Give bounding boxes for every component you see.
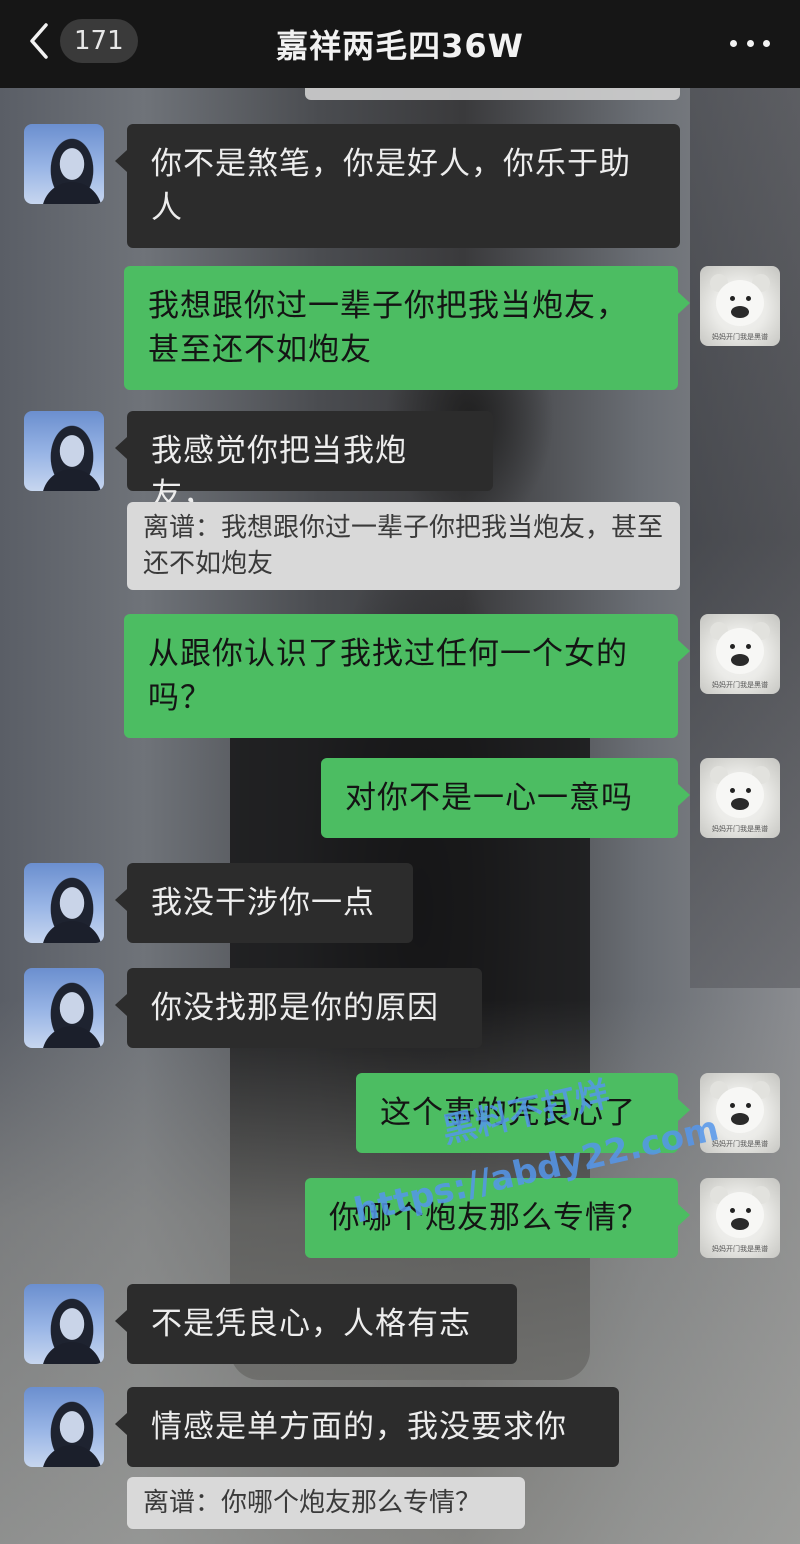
bear-eye-icon: [730, 296, 735, 301]
contact-avatar[interactable]: [24, 968, 104, 1048]
avatar-caption: 妈妈开门我是黑谱: [712, 1245, 768, 1253]
bear-nose-icon: [731, 1218, 749, 1230]
contact-avatar[interactable]: [24, 863, 104, 943]
back-button[interactable]: 171: [26, 18, 138, 64]
contact-avatar[interactable]: [24, 1387, 104, 1467]
incoming-message-bubble[interactable]: 我感觉你把当我炮友，: [115, 411, 493, 513]
avatar-caption: 妈妈开门我是黑谱: [712, 825, 768, 833]
more-options-icon[interactable]: [730, 28, 770, 58]
bear-eye-icon: [746, 788, 751, 793]
self-avatar[interactable]: 妈妈开门我是黑谱: [700, 1178, 780, 1258]
quoted-reply[interactable]: 离谱：我想跟你过一辈子你把我当炮友，甚至还不如炮友: [127, 502, 680, 590]
background-clothes-rack: [690, 88, 800, 988]
outgoing-message-bubble[interactable]: 这个事的凭良心了: [356, 1073, 690, 1153]
bear-nose-icon: [731, 1113, 749, 1125]
avatar-caption: 妈妈开门我是黑谱: [712, 333, 768, 341]
incoming-message-bubble[interactable]: 我没干涉你一点: [115, 863, 413, 943]
self-avatar[interactable]: 妈妈开门我是黑谱: [700, 1073, 780, 1153]
contact-avatar[interactable]: [24, 1284, 104, 1364]
avatar-caption: 妈妈开门我是黑谱: [712, 681, 768, 689]
unread-count-badge: 171: [60, 19, 138, 63]
self-avatar[interactable]: 妈妈开门我是黑谱: [700, 266, 780, 346]
self-avatar[interactable]: 妈妈开门我是黑谱: [700, 758, 780, 838]
bear-face-icon: [716, 280, 764, 326]
bear-nose-icon: [731, 654, 749, 666]
avatar-caption: 妈妈开门我是黑谱: [712, 1140, 768, 1148]
bear-nose-icon: [731, 306, 749, 318]
bear-eye-icon: [746, 644, 751, 649]
quoted-reply[interactable]: 离谱：你哪个炮友那么专情？: [127, 1477, 525, 1529]
outgoing-message-bubble[interactable]: 你哪个炮友那么专情？: [305, 1178, 690, 1258]
bear-eye-icon: [730, 1208, 735, 1213]
bear-nose-icon: [731, 798, 749, 810]
contact-avatar[interactable]: [24, 124, 104, 204]
incoming-message-bubble[interactable]: 情感是单方面的，我没要求你: [115, 1387, 619, 1467]
bear-face-icon: [716, 1192, 764, 1238]
incoming-message-bubble[interactable]: 你不是煞笔，你是好人，你乐于助人: [115, 124, 680, 248]
incoming-message-bubble[interactable]: 不是凭良心，人格有志: [115, 1284, 517, 1364]
chat-title: 嘉祥两毛四36W: [276, 27, 524, 65]
bear-eye-icon: [730, 1103, 735, 1108]
outgoing-message-bubble[interactable]: 对你不是一心一意吗: [321, 758, 690, 838]
self-avatar[interactable]: 妈妈开门我是黑谱: [700, 614, 780, 694]
contact-avatar[interactable]: [24, 411, 104, 491]
chat-header: 171 嘉祥两毛四36W: [0, 0, 800, 88]
bear-eye-icon: [730, 788, 735, 793]
bear-eye-icon: [746, 1103, 751, 1108]
bear-face-icon: [716, 772, 764, 818]
incoming-message-bubble[interactable]: 你没找那是你的原因: [115, 968, 482, 1048]
outgoing-message-bubble[interactable]: 从跟你认识了我找过任何一个女的吗？: [124, 614, 690, 738]
previous-message-edge: [305, 88, 680, 100]
bear-face-icon: [716, 628, 764, 674]
bear-eye-icon: [746, 296, 751, 301]
bear-eye-icon: [730, 644, 735, 649]
chevron-left-icon: [30, 23, 48, 59]
bear-eye-icon: [746, 1208, 751, 1213]
bear-face-icon: [716, 1087, 764, 1133]
outgoing-message-bubble[interactable]: 我想跟你过一辈子你把我当炮友，甚至还不如炮友: [124, 266, 690, 390]
